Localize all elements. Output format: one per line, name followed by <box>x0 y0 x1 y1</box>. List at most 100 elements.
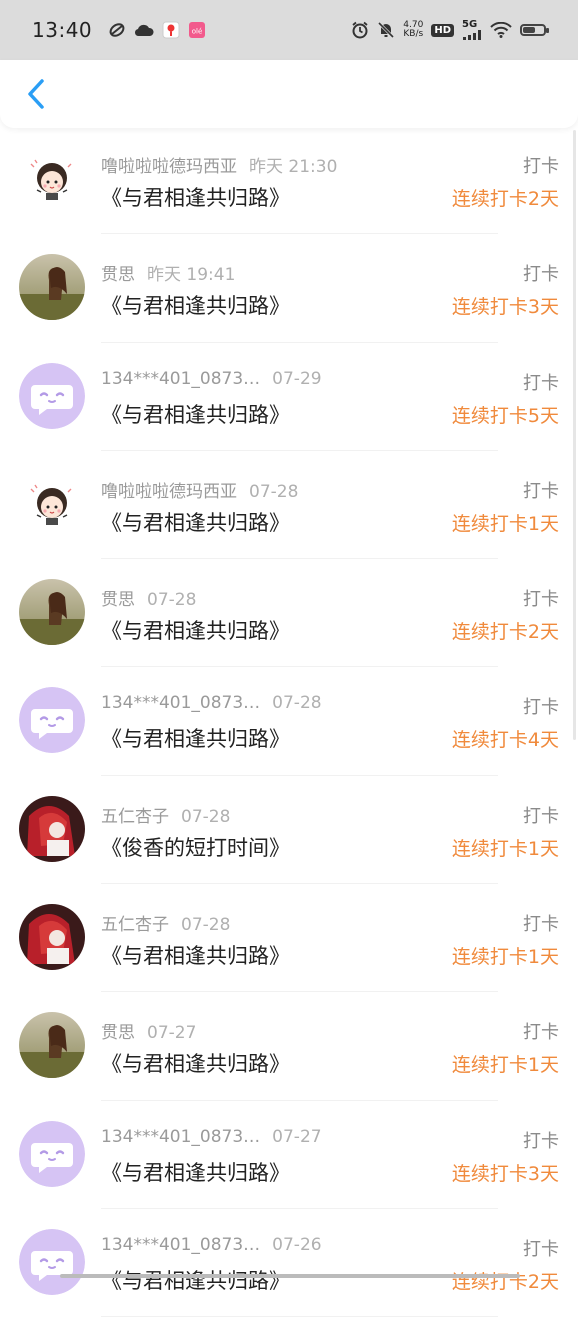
back-button[interactable] <box>18 74 54 114</box>
list-item[interactable]: 噜啦啦啦德玛西亚昨天 21:30《与君相逢共归路》打卡连续打卡2天 <box>0 126 578 234</box>
avatar[interactable] <box>19 1012 85 1078</box>
user-name[interactable]: 134***401_0873… <box>101 369 260 389</box>
post-time: 07-28 <box>249 482 298 502</box>
book-title[interactable]: 《俊香的短打时间》 <box>101 832 290 862</box>
list-item[interactable]: 贯思昨天 19:41 《与君相逢共归路》 打卡连续打卡3天 <box>0 234 578 342</box>
list-item-meta: 贯思昨天 19:41 <box>101 260 235 285</box>
post-time: 07-28 <box>181 807 230 827</box>
avatar[interactable] <box>19 146 85 212</box>
streak-label: 连续打卡4天 <box>452 725 559 752</box>
post-time: 07-27 <box>147 1023 196 1043</box>
list-item-meta: 贯思 07-27 <box>101 1018 196 1043</box>
page-header <box>0 60 578 128</box>
book-title[interactable]: 《与君相逢共归路》 <box>101 1157 290 1187</box>
book-title[interactable]: 《与君相逢共归路》 <box>101 723 290 753</box>
user-name[interactable]: 贯思 <box>101 1023 135 1043</box>
book-title[interactable]: 《与君相逢共归路》 <box>101 615 290 645</box>
avatar[interactable] <box>19 796 85 862</box>
checkin-label: 打卡 <box>523 260 559 286</box>
user-name[interactable]: 噜啦啦啦德玛西亚 <box>101 157 237 177</box>
mute-icon <box>377 21 395 39</box>
streak-label: 连续打卡2天 <box>452 617 559 644</box>
signal-icon: 5G <box>462 20 482 40</box>
checkin-label: 打卡 <box>523 1235 559 1261</box>
book-title[interactable]: 《与君相逢共归路》 <box>101 1048 290 1078</box>
list-item[interactable]: 134***401_0873…07-27《与君相逢共归路》打卡连续打卡3天 <box>0 1101 578 1209</box>
network-label: 5G <box>462 20 477 30</box>
avatar[interactable] <box>19 579 85 645</box>
post-time: 07-29 <box>272 369 321 389</box>
user-name[interactable]: 134***401_0873… <box>101 1127 260 1147</box>
list-item-meta: 五仁杏子 07-28 <box>101 802 230 827</box>
list-item-meta: 噜啦啦啦德玛西亚 07-28 <box>101 477 298 502</box>
book-title[interactable]: 《与君相逢共归路》 <box>101 399 290 429</box>
post-time: 07-28 <box>181 915 230 935</box>
avatar[interactable] <box>19 687 85 753</box>
status-bar: 13:40 olé 4.70KB/s HD 5G <box>0 0 578 60</box>
status-time: 13:40 <box>32 18 92 42</box>
book-title[interactable]: 《与君相逢共归路》 <box>101 290 290 320</box>
streak-label: 连续打卡3天 <box>452 292 559 319</box>
checkin-label: 打卡 <box>523 802 559 828</box>
book-title[interactable]: 《与君相逢共归路》 <box>101 507 290 537</box>
list-item[interactable]: 贯思 07-27 《与君相逢共归路》 打卡连续打卡1天 <box>0 992 578 1100</box>
streak-label: 连续打卡5天 <box>452 401 559 428</box>
alarm-icon <box>351 21 369 39</box>
list-item-meta: 贯思 07-28 <box>101 585 196 610</box>
book-title[interactable]: 《与君相逢共归路》 <box>101 940 290 970</box>
user-name[interactable]: 五仁杏子 <box>101 915 169 935</box>
scrollbar[interactable] <box>573 130 576 740</box>
user-name[interactable]: 贯思 <box>101 590 135 610</box>
list-item-meta: 134***401_0873… 07-29 <box>101 369 322 389</box>
net-speed: 4.70KB/s <box>403 21 423 39</box>
list-item[interactable]: 五仁杏子07-28《俊香的短打时间》打卡连续打卡1天 <box>0 776 578 884</box>
book-title[interactable]: 《与君相逢共归路》 <box>101 182 290 212</box>
wifi-icon <box>490 22 512 38</box>
checkin-label: 打卡 <box>523 585 559 611</box>
list-item[interactable]: 134***401_0873… 07-28 《与君相逢共归路》 打卡连续打卡4天 <box>0 667 578 775</box>
avatar[interactable] <box>19 1121 85 1187</box>
list-item-meta: 134***401_0873… 07-27 <box>101 1127 322 1147</box>
post-time: 昨天 21:30 <box>249 157 337 177</box>
ole-app-icon: olé <box>188 21 206 39</box>
user-name[interactable]: 贯思 <box>101 265 135 285</box>
user-name[interactable]: 噜啦啦啦德玛西亚 <box>101 482 237 502</box>
list-item[interactable]: 五仁杏子07-28《与君相逢共归路》打卡连续打卡1天 <box>0 884 578 992</box>
svg-text:olé: olé <box>192 28 203 36</box>
checkin-label: 打卡 <box>523 1018 559 1044</box>
status-right-icons: 4.70KB/s HD 5G <box>351 20 546 40</box>
battery-icon <box>520 24 546 36</box>
checkin-label: 打卡 <box>523 910 559 936</box>
user-name[interactable]: 五仁杏子 <box>101 807 169 827</box>
user-name[interactable]: 134***401_0873… <box>101 693 260 713</box>
post-time: 07-28 <box>272 693 321 713</box>
avatar[interactable] <box>19 1229 85 1295</box>
list-item[interactable]: 134***401_0873…07-26《与君相逢共归路》打卡连续打卡2天 <box>0 1209 578 1317</box>
list-item-meta: 134***401_0873…07-26 <box>101 1235 322 1255</box>
avatar[interactable] <box>19 363 85 429</box>
post-time: 07-28 <box>147 590 196 610</box>
status-left-icons: olé <box>108 21 206 39</box>
checkin-list: 噜啦啦啦德玛西亚昨天 21:30《与君相逢共归路》打卡连续打卡2天贯思昨天 19… <box>0 126 578 1317</box>
avatar[interactable] <box>19 471 85 537</box>
checkin-label: 打卡 <box>523 693 559 719</box>
cloud-icon <box>134 22 154 38</box>
chevron-left-icon <box>26 78 46 110</box>
streak-label: 连续打卡3天 <box>452 1159 559 1186</box>
avatar[interactable] <box>19 904 85 970</box>
hd-badge: HD <box>431 24 454 37</box>
post-time: 07-27 <box>272 1127 321 1147</box>
avatar[interactable] <box>19 254 85 320</box>
list-item[interactable]: 贯思 07-28 《与君相逢共归路》 打卡连续打卡2天 <box>0 559 578 667</box>
list-item[interactable]: 噜啦啦啦德玛西亚07-28《与君相逢共归路》打卡连续打卡1天 <box>0 451 578 559</box>
list-item-meta: 五仁杏子 07-28 <box>101 910 230 935</box>
location-app-icon <box>162 21 180 39</box>
streak-label: 连续打卡2天 <box>452 184 559 211</box>
streak-label: 连续打卡2天 <box>452 1267 559 1294</box>
sync-icon <box>108 21 126 39</box>
streak-label: 连续打卡1天 <box>452 1050 559 1077</box>
net-speed-unit: KB/s <box>403 29 423 39</box>
home-indicator[interactable] <box>60 1274 520 1278</box>
list-item[interactable]: 134***401_0873…07-29《与君相逢共归路》打卡连续打卡5天 <box>0 343 578 451</box>
user-name[interactable]: 134***401_0873… <box>101 1235 260 1255</box>
